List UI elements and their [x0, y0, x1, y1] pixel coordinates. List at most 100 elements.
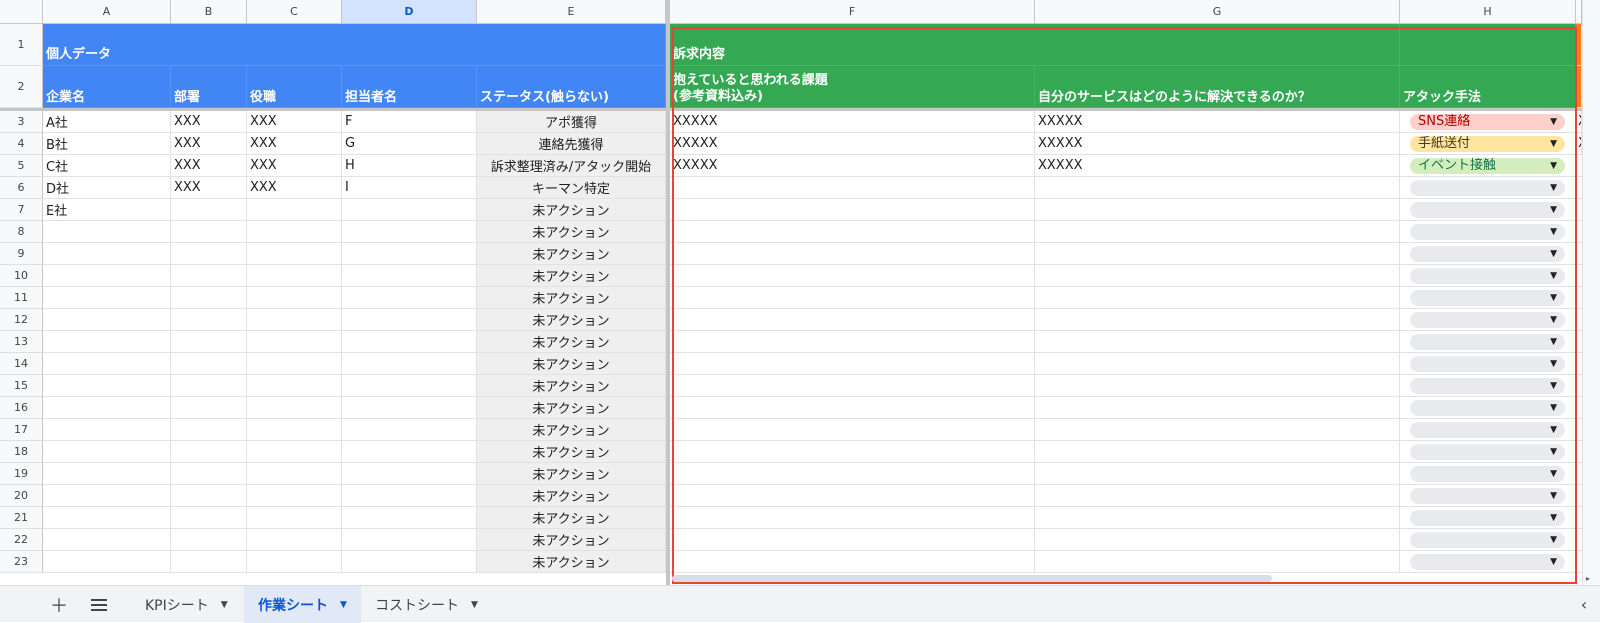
cell-solution[interactable]: [1035, 551, 1400, 573]
cell-person[interactable]: [342, 463, 477, 485]
column-header-h[interactable]: H: [1400, 0, 1576, 24]
row-header[interactable]: 10: [0, 265, 43, 287]
cell-solution[interactable]: [1035, 375, 1400, 397]
cell-issue[interactable]: [670, 243, 1035, 265]
cell-attack[interactable]: SNS連絡 ▼: [1400, 111, 1576, 133]
dropdown-arrow-icon[interactable]: ▼: [1550, 246, 1557, 262]
cell-issue[interactable]: [670, 331, 1035, 353]
attack-method-dropdown-chip[interactable]: 手紙送付 ▼: [1410, 136, 1565, 152]
cell-status[interactable]: 未アクション: [477, 419, 666, 441]
cell-company[interactable]: D社: [43, 177, 171, 199]
cell-issue[interactable]: [670, 353, 1035, 375]
dropdown-arrow-icon[interactable]: ▼: [1550, 466, 1557, 482]
cell-department[interactable]: [171, 221, 247, 243]
cell-attack[interactable]: ▼: [1400, 221, 1576, 243]
field-header-issue[interactable]: 抱えていると思われる課題 (参考資料込み): [670, 66, 1035, 108]
row-header[interactable]: 14: [0, 353, 43, 375]
sheet-tab-work[interactable]: 作業シート ▼: [244, 586, 361, 623]
cell-attack[interactable]: ▼: [1400, 485, 1576, 507]
cell-company[interactable]: [43, 551, 171, 573]
dropdown-arrow-icon[interactable]: ▼: [1550, 444, 1557, 460]
dropdown-arrow-icon[interactable]: ▼: [1550, 268, 1557, 284]
cell-position[interactable]: [247, 199, 342, 221]
cell-person[interactable]: [342, 397, 477, 419]
cell-person[interactable]: [342, 551, 477, 573]
add-sheet-button[interactable]: ＋: [44, 586, 74, 623]
cell-position[interactable]: [247, 331, 342, 353]
cell-status[interactable]: 未アクション: [477, 529, 666, 551]
cell-issue[interactable]: [670, 221, 1035, 243]
cell-company[interactable]: C社: [43, 155, 171, 177]
cell-attack[interactable]: ▼: [1400, 177, 1576, 199]
row-header[interactable]: 7: [0, 199, 43, 221]
cell-company[interactable]: [43, 375, 171, 397]
dropdown-arrow-icon[interactable]: ▼: [1550, 356, 1557, 372]
dropdown-arrow-icon[interactable]: ▼: [1550, 510, 1557, 526]
cell-person[interactable]: F: [342, 111, 477, 133]
attack-method-dropdown-chip[interactable]: ▼: [1410, 356, 1565, 372]
cell-person[interactable]: [342, 441, 477, 463]
section-header-appeal-h1[interactable]: [1400, 24, 1576, 66]
cell-attack[interactable]: ▼: [1400, 375, 1576, 397]
cell-status[interactable]: 未アクション: [477, 199, 666, 221]
cell-attack[interactable]: イベント接触 ▼: [1400, 155, 1576, 177]
cell-solution[interactable]: [1035, 309, 1400, 331]
cell-issue[interactable]: [670, 441, 1035, 463]
dropdown-arrow-icon[interactable]: ▼: [1550, 378, 1557, 394]
cell-solution[interactable]: [1035, 419, 1400, 441]
attack-method-dropdown-chip[interactable]: SNS連絡 ▼: [1410, 114, 1565, 130]
cell-issue[interactable]: [670, 309, 1035, 331]
cell-position[interactable]: [247, 353, 342, 375]
attack-method-dropdown-chip[interactable]: ▼: [1410, 444, 1565, 460]
cell-position[interactable]: [247, 265, 342, 287]
cell-solution[interactable]: XXXXX: [1035, 133, 1400, 155]
attack-method-dropdown-chip[interactable]: ▼: [1410, 400, 1565, 416]
cell-company[interactable]: [43, 331, 171, 353]
cell-attack[interactable]: ▼: [1400, 419, 1576, 441]
dropdown-arrow-icon[interactable]: ▼: [1550, 532, 1557, 548]
cell-issue[interactable]: XXXXX: [670, 155, 1035, 177]
attack-method-dropdown-chip[interactable]: ▼: [1410, 246, 1565, 262]
attack-method-dropdown-chip[interactable]: イベント接触 ▼: [1410, 158, 1565, 174]
section-header-personal[interactable]: 個人データ: [43, 24, 666, 66]
cell-company[interactable]: B社: [43, 133, 171, 155]
cell-company[interactable]: [43, 529, 171, 551]
cell-solution[interactable]: [1035, 463, 1400, 485]
cell-department[interactable]: [171, 529, 247, 551]
cell-person[interactable]: [342, 287, 477, 309]
row-header[interactable]: 4: [0, 133, 43, 155]
cell-attack[interactable]: ▼: [1400, 463, 1576, 485]
dropdown-arrow-icon[interactable]: ▼: [1550, 554, 1557, 570]
cell-status[interactable]: 未アクション: [477, 287, 666, 309]
row-header[interactable]: 8: [0, 221, 43, 243]
cell-person[interactable]: [342, 265, 477, 287]
vertical-scrollbar[interactable]: [1582, 0, 1600, 585]
cell-person[interactable]: [342, 353, 477, 375]
dropdown-arrow-icon[interactable]: ▼: [1550, 180, 1557, 196]
cell-solution[interactable]: XXXXX: [1035, 155, 1400, 177]
cell-department[interactable]: [171, 331, 247, 353]
attack-method-dropdown-chip[interactable]: ▼: [1410, 334, 1565, 350]
sheet-tab-cost[interactable]: コストシート ▼: [361, 586, 492, 623]
cell-issue[interactable]: [670, 551, 1035, 573]
cell-person[interactable]: H: [342, 155, 477, 177]
cell-status[interactable]: 未アクション: [477, 441, 666, 463]
row-header[interactable]: 13: [0, 331, 43, 353]
dropdown-arrow-icon[interactable]: ▼: [1550, 290, 1557, 306]
cell-company[interactable]: [43, 265, 171, 287]
cell-attack[interactable]: ▼: [1400, 529, 1576, 551]
cell-department[interactable]: [171, 353, 247, 375]
cell-solution[interactable]: [1035, 397, 1400, 419]
cell-department[interactable]: XXX: [171, 133, 247, 155]
field-header-position[interactable]: 役職: [247, 66, 342, 108]
cell-department[interactable]: [171, 265, 247, 287]
spreadsheet-grid[interactable]: A B C D E F G H 個人データ 訴求内容 企業名 部署 役職 担当者…: [0, 0, 1600, 585]
cell-solution[interactable]: [1035, 441, 1400, 463]
cell-position[interactable]: [247, 507, 342, 529]
cell-issue[interactable]: [670, 287, 1035, 309]
field-header-company[interactable]: 企業名: [43, 66, 171, 108]
dropdown-arrow-icon[interactable]: ▼: [1550, 224, 1557, 240]
cell-solution[interactable]: [1035, 507, 1400, 529]
dropdown-arrow-icon[interactable]: ▼: [1550, 114, 1557, 130]
cell-status[interactable]: 未アクション: [477, 507, 666, 529]
